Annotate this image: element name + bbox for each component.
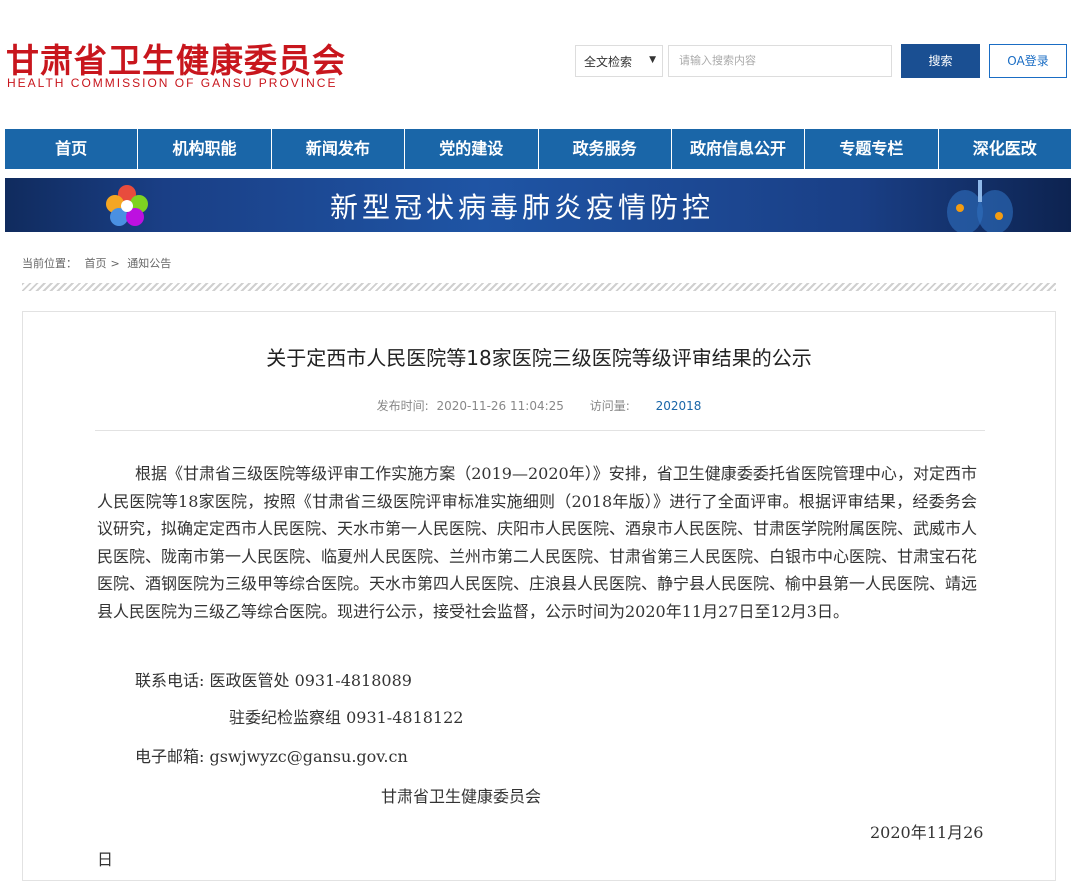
title-divider — [95, 430, 985, 431]
date-line-wrap: 日 — [97, 850, 114, 869]
views-label: 访问量: — [589, 399, 630, 413]
contact-discipline: 驻委纪检监察组 0931-4818122 — [229, 708, 464, 727]
nav-item-party[interactable]: 党的建设 — [405, 129, 539, 169]
banner-text: 新型冠状病毒肺炎疫情防控 — [330, 191, 715, 224]
article-title: 关于定西市人民医院等18家医院三级医院等级评审结果的公示 — [266, 346, 812, 370]
breadcrumb: 当前位置： 首页 > 通知公告 — [22, 255, 175, 271]
article-body: 根据《甘肃省三级医院等级评审工作实施方案（2019—2020年）》安排，省卫生健… — [97, 464, 978, 621]
nav-item-services[interactable]: 政务服务 — [539, 129, 672, 169]
oa-login-button[interactable]: OA登录 — [989, 44, 1067, 78]
nav-item-reform[interactable]: 深化医改 — [939, 129, 1071, 169]
contact-email: 电子邮箱: gswjwyzc@gansu.gov.cn — [135, 747, 408, 766]
lungs-icon — [947, 180, 1013, 232]
article-meta: 发布时间: 2020-11-26 11:04:25 访问量: 202018 — [23, 397, 1055, 414]
flower-logo-icon — [106, 185, 148, 226]
breadcrumb-separator: > — [110, 257, 120, 270]
breadcrumb-current[interactable]: 通知公告 — [127, 257, 171, 270]
site-logo-title[interactable]: 甘肃省卫生健康委员会 — [6, 34, 346, 82]
date-line: 2020年11月26 — [870, 823, 984, 842]
article-panel: 关于定西市人民医院等18家医院三级医院等级评审结果的公示 发布时间: 2020-… — [22, 311, 1056, 881]
nav-item-home[interactable]: 首页 — [5, 129, 139, 169]
breadcrumb-label: 当前位置： — [22, 257, 77, 270]
publish-time: 2020-11-26 11:04:25 — [436, 399, 564, 413]
signature: 甘肃省卫生健康委员会 — [381, 787, 542, 806]
site-logo-subtitle: HEALTH COMMISSION OF GANSU PROVINCE — [7, 76, 338, 90]
search-input[interactable]: 请输入搜索内容 — [668, 45, 892, 77]
hatch-divider — [22, 283, 1056, 291]
search-button[interactable]: 搜索 — [901, 44, 980, 78]
contact-phone: 联系电话: 医政医管处 0931-4818089 — [135, 671, 412, 690]
covid-banner[interactable]: 新型冠状病毒肺炎疫情防控 — [5, 178, 1071, 232]
publish-label: 发布时间: — [376, 399, 429, 413]
search-scope-select[interactable]: 全文检索 ▼ — [575, 45, 663, 77]
nav-item-info-disclosure[interactable]: 政府信息公开 — [672, 129, 806, 169]
dropdown-arrow-icon: ▼ — [649, 55, 656, 65]
search-scope-value: 全文检索 — [584, 54, 633, 69]
nav-item-topics[interactable]: 专题专栏 — [805, 129, 939, 169]
main-nav: 首页 机构职能 新闻发布 党的建设 政务服务 政府信息公开 专题专栏 深化医改 — [5, 129, 1071, 169]
nav-item-functions[interactable]: 机构职能 — [138, 129, 272, 169]
nav-item-news[interactable]: 新闻发布 — [272, 129, 406, 169]
breadcrumb-home[interactable]: 首页 — [85, 257, 107, 270]
view-count: 202018 — [655, 399, 702, 413]
